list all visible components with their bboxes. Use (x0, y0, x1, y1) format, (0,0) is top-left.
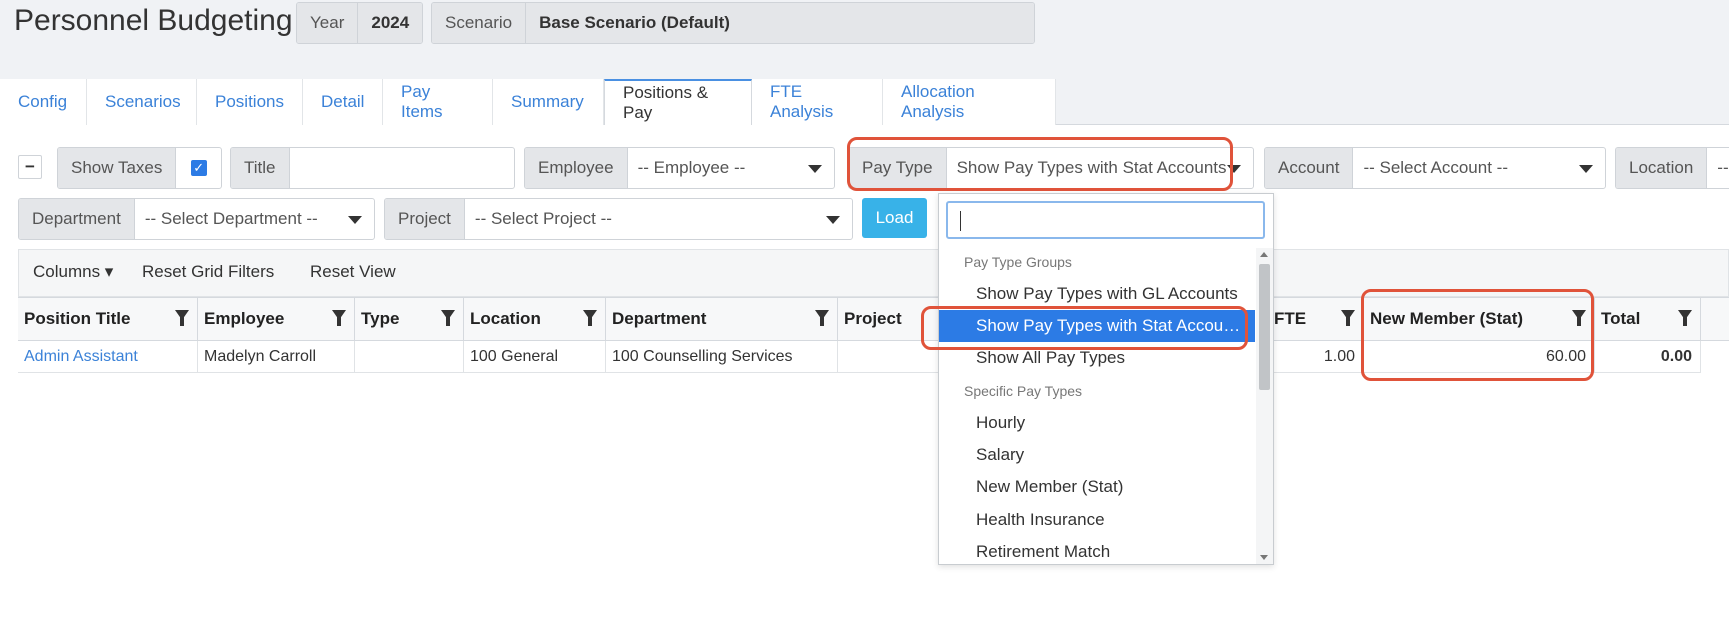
location-select[interactable]: -- (1707, 148, 1729, 188)
employee-select[interactable]: -- Employee -- (628, 148, 834, 188)
pay-type-search-input[interactable] (946, 201, 1265, 239)
pay-type-options-list: Pay Type Groups Show Pay Types with GL A… (939, 248, 1255, 564)
chevron-down-icon (348, 216, 362, 224)
stat-option-annotation-box (921, 306, 1248, 350)
title-label: Title (231, 148, 290, 188)
account-filter[interactable]: Account -- Select Account -- (1264, 147, 1606, 189)
dropdown-option[interactable]: Health Insurance (939, 504, 1255, 536)
scenario-label: Scenario (432, 3, 527, 43)
dropdown-option[interactable]: Retirement Match (939, 536, 1255, 564)
show-taxes-checkbox[interactable]: ✓ (190, 160, 207, 176)
tab-allocation-analysis[interactable]: Allocation Analysis (883, 79, 1056, 125)
tab-positions[interactable]: Positions (197, 79, 303, 125)
title-filter[interactable]: Title (230, 147, 515, 189)
chevron-down-icon (1579, 165, 1593, 173)
tab-detail[interactable]: Detail (303, 79, 383, 125)
reset-grid-filters-button[interactable]: Reset Grid Filters (142, 262, 274, 282)
collapse-filters-button[interactable]: − (18, 155, 42, 179)
location-label: Location (1616, 148, 1708, 188)
scenario-selector[interactable]: Scenario Base Scenario (Default) (431, 2, 1035, 44)
column-header-label: Project (844, 309, 902, 328)
position-title-link[interactable]: Admin Assistant (18, 341, 198, 373)
year-selector[interactable]: Year 2024 (296, 2, 424, 44)
tab-fte-analysis[interactable]: FTE Analysis (752, 79, 883, 125)
show-taxes-control[interactable]: Show Taxes ✓ (57, 147, 222, 189)
filter-icon[interactable] (1341, 310, 1355, 326)
location-filter[interactable]: Location -- (1615, 147, 1729, 189)
column-header-total[interactable]: Total (1595, 297, 1701, 341)
dropdown-option[interactable]: New Member (Stat) (939, 471, 1255, 503)
location-cell: 100 General (464, 341, 606, 373)
dropdown-option[interactable]: Salary (939, 439, 1255, 471)
filter-icon[interactable] (583, 310, 597, 326)
tab-summary[interactable]: Summary (493, 79, 604, 125)
account-select-value: -- Select Account -- (1363, 158, 1508, 177)
text-cursor (960, 211, 961, 231)
column-header-position-title[interactable]: Position Title (18, 297, 198, 341)
filter-icon[interactable] (332, 310, 346, 326)
department-filter[interactable]: Department -- Select Department -- (18, 198, 375, 240)
column-header-label: Employee (204, 309, 285, 328)
fte-cell: 1.00 (1268, 341, 1364, 373)
filter-icon[interactable] (441, 310, 455, 326)
show-taxes-label: Show Taxes (58, 148, 177, 188)
department-select-value: -- Select Department -- (144, 209, 318, 228)
employee-label: Employee (525, 148, 628, 188)
tab-positions-and-pay[interactable]: Positions & Pay (604, 79, 752, 126)
title-input[interactable] (290, 148, 515, 188)
scroll-up-icon[interactable] (1260, 252, 1268, 257)
column-header-label: Department (612, 309, 707, 328)
total-cell: 0.00 (1595, 341, 1701, 373)
filter-icon[interactable] (1678, 310, 1692, 326)
dropdown-group-label: Pay Type Groups (964, 254, 1072, 270)
column-header-fte[interactable]: FTE (1268, 297, 1364, 341)
employee-cell: Madelyn Carroll (198, 341, 355, 373)
reset-view-button[interactable]: Reset View (310, 262, 396, 282)
pay-type-annotation-box (847, 137, 1233, 191)
new-member-stat-annotation-box (1361, 289, 1594, 381)
employee-filter[interactable]: Employee -- Employee -- (524, 147, 835, 189)
dropdown-scrollbar[interactable] (1256, 248, 1273, 564)
department-label: Department (19, 199, 135, 239)
load-button[interactable]: Load (862, 198, 927, 238)
employee-select-value: -- Employee -- (637, 158, 746, 177)
scenario-value[interactable]: Base Scenario (Default) (526, 3, 1034, 43)
dropdown-group-label: Specific Pay Types (964, 383, 1083, 399)
filter-icon[interactable] (175, 310, 189, 326)
column-header-employee[interactable]: Employee (198, 297, 355, 341)
project-select[interactable]: -- Select Project -- (465, 199, 852, 239)
column-header-label: Location (470, 309, 541, 328)
chevron-down-icon (808, 165, 822, 173)
project-label: Project (385, 199, 465, 239)
page-title: Personnel Budgeting (14, 4, 293, 37)
chevron-down-icon (826, 216, 840, 224)
department-select[interactable]: -- Select Department -- (135, 199, 374, 239)
account-label: Account (1265, 148, 1354, 188)
column-header-label: Position Title (24, 309, 131, 328)
filter-icon[interactable] (815, 310, 829, 326)
scroll-down-icon[interactable] (1260, 555, 1268, 560)
type-cell (355, 341, 464, 373)
column-header-label: Total (1601, 309, 1641, 328)
year-label: Year (297, 3, 359, 43)
column-header-type[interactable]: Type (355, 297, 464, 341)
column-header-label: FTE (1274, 309, 1307, 328)
tab-pay-items[interactable]: Pay Items (383, 79, 493, 125)
column-header-label: Type (361, 309, 400, 328)
project-filter[interactable]: Project -- Select Project -- (384, 198, 853, 240)
account-select[interactable]: -- Select Account -- (1353, 148, 1605, 188)
tab-config[interactable]: Config (0, 79, 87, 125)
columns-menu-button[interactable]: Columns ▾ (33, 262, 113, 282)
project-select-value: -- Select Project -- (474, 209, 612, 228)
column-header-department[interactable]: Department (606, 297, 838, 341)
scrollbar-thumb[interactable] (1259, 264, 1270, 390)
column-header-location[interactable]: Location (464, 297, 606, 341)
department-cell: 100 Counselling Services (606, 341, 838, 373)
dropdown-option[interactable]: Hourly (939, 407, 1255, 439)
tab-scenarios[interactable]: Scenarios (87, 79, 197, 125)
year-value[interactable]: 2024 (358, 3, 423, 43)
